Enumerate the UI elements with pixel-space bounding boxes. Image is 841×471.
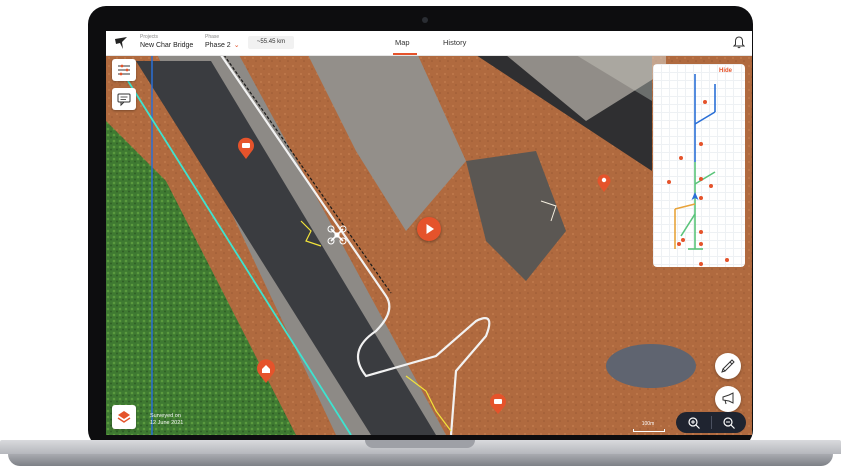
scale-label: 100m	[641, 421, 655, 427]
app-screen: Projects New Char Bridge Phase Phase 2 ⌄ …	[106, 31, 752, 435]
play-button[interactable]	[417, 217, 441, 241]
laptop-base-bottom	[8, 454, 833, 466]
zoom-in-button[interactable]	[676, 412, 711, 433]
megaphone-icon	[722, 392, 734, 405]
tab-map[interactable]: Map	[395, 38, 410, 47]
route-minimap[interactable]: Hide	[653, 64, 745, 267]
play-icon	[426, 224, 434, 234]
phase-value: Phase 2	[205, 42, 231, 49]
comments-button[interactable]	[112, 88, 136, 110]
comment-icon	[117, 93, 131, 107]
zoom-in-icon	[687, 417, 700, 429]
filter-sliders-icon	[118, 64, 130, 76]
bird-logo-icon[interactable]	[114, 36, 128, 50]
projects-label: Projects	[140, 34, 159, 40]
issue-pin[interactable]	[488, 393, 508, 415]
zoom-controls	[676, 412, 746, 433]
survey-info: Surveyed on 12 June 2021	[150, 413, 183, 427]
laptop-notch	[365, 440, 475, 448]
issue-pin[interactable]	[236, 136, 256, 160]
layers-button[interactable]	[112, 405, 136, 429]
scale-bar	[633, 429, 665, 432]
zoom-out-icon	[722, 417, 735, 429]
phase-selector[interactable]: Phase Phase 2 ⌄	[205, 34, 240, 51]
project-selector[interactable]: Projects New Char Bridge	[140, 34, 193, 51]
announce-button[interactable]	[715, 386, 741, 412]
webcam	[422, 17, 428, 23]
top-bar: Projects New Char Bridge Phase Phase 2 ⌄ …	[106, 31, 752, 56]
drone-icon[interactable]	[326, 224, 348, 246]
tab-map-active-indicator	[393, 53, 417, 55]
home-pin[interactable]	[255, 358, 277, 384]
filter-button[interactable]	[112, 59, 136, 81]
surveyed-date: 12 June 2021	[150, 420, 184, 426]
location-pin[interactable]	[596, 173, 612, 193]
surveyed-label: Surveyed on	[150, 413, 181, 419]
phase-label: Phase	[205, 34, 220, 40]
zoom-out-button[interactable]	[711, 412, 746, 433]
hand-draw-icon	[721, 359, 735, 373]
distance-readout: ~55.45 km	[248, 36, 294, 49]
project-name: New Char Bridge	[140, 42, 194, 49]
chevron-down-icon[interactable]: ⌄	[234, 42, 240, 49]
minimap-route-diagram	[667, 74, 729, 266]
tab-history[interactable]: History	[443, 38, 466, 47]
laptop-base	[0, 440, 841, 471]
layers-icon	[117, 411, 131, 423]
bell-icon[interactable]	[733, 36, 745, 49]
draw-tool-button[interactable]	[715, 353, 741, 379]
